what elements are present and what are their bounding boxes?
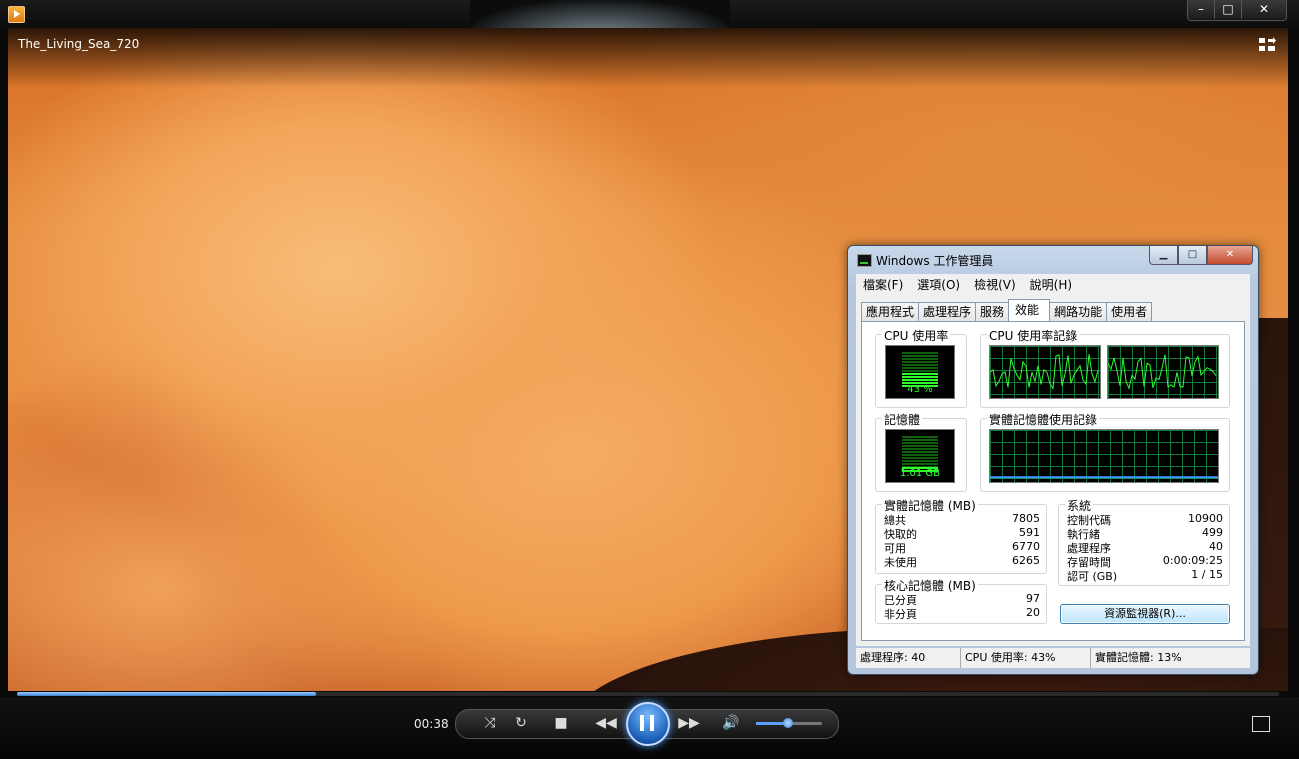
menu-bar: 檔案(F) 選項(O) 檢視(V) 說明(H) xyxy=(856,274,1250,294)
physical-memory-row: 快取的 591 xyxy=(884,526,1040,541)
seek-bar-progress xyxy=(17,692,317,696)
kernel-memory-row: 非分頁 20 xyxy=(884,606,1040,621)
memory-history-graph xyxy=(989,429,1219,483)
maximize-button[interactable]: □ xyxy=(1215,0,1242,19)
stat-value: 6265 xyxy=(1012,554,1040,567)
cpu-meter-bars xyxy=(902,352,938,388)
stat-label: 認可 (GB) xyxy=(1067,570,1118,583)
video-preview-strip xyxy=(470,0,730,30)
repeat-icon[interactable]: ↻ xyxy=(510,713,532,733)
player-titlebar[interactable]: – □ ✕ xyxy=(0,0,1299,30)
tab-networking[interactable]: 網路功能 xyxy=(1049,302,1108,321)
task-manager-title: Windows 工作管理員 xyxy=(876,254,994,268)
media-player-app-icon[interactable] xyxy=(8,6,25,23)
tab-applications[interactable]: 應用程式 xyxy=(861,302,920,321)
close-button[interactable]: ✕ xyxy=(1242,0,1286,19)
cpu-history-graph-core-1 xyxy=(989,345,1101,399)
task-manager-body: 應用程式 處理程序 服務 效能 網路功能 使用者 CPU 使用率 43 % CP… xyxy=(856,294,1250,646)
menu-help[interactable]: 說明(H) xyxy=(1023,274,1079,294)
tm-close-button[interactable]: ✕ xyxy=(1207,246,1253,265)
physical-memory-group: 實體記憶體 (MB) 總共 7805 快取的 591 可用 6770 未使用 6265 xyxy=(875,497,1047,574)
volume-slider-knob[interactable] xyxy=(782,718,793,728)
stop-icon[interactable]: ■ xyxy=(550,713,572,733)
system-row: 處理程序 40 xyxy=(1067,540,1223,555)
cpu-history-group: CPU 使用率記錄 xyxy=(980,327,1230,408)
elapsed-time: 00:38 xyxy=(414,717,449,731)
stat-label: 非分頁 xyxy=(884,608,917,621)
tab-users[interactable]: 使用者 xyxy=(1106,302,1153,321)
status-processes: 處理程序: 40 xyxy=(856,648,961,668)
system-row: 認可 (GB) 1 / 15 xyxy=(1067,568,1223,583)
tab-performance[interactable]: 效能 xyxy=(1008,299,1051,321)
stat-value: 6770 xyxy=(1012,540,1040,553)
physical-memory-row: 可用 6770 xyxy=(884,540,1040,555)
stat-value: 10900 xyxy=(1188,512,1223,525)
pause-icon-bar-left xyxy=(640,715,644,731)
memory-history-label: 實體記憶體使用記錄 xyxy=(987,411,1100,428)
cpu-usage-meter: 43 % xyxy=(885,345,955,399)
system-group: 系統 控制代碼 10900 執行緒 499 處理程序 40 存留時間 0:00:09:2… xyxy=(1058,497,1230,586)
cpu-history-line-2 xyxy=(1108,354,1217,390)
memory-meter-bars xyxy=(902,436,938,472)
memory-label: 記憶體 xyxy=(882,411,923,428)
cpu-usage-value: 43 % xyxy=(907,384,933,395)
status-memory: 實體記憶體: 13% xyxy=(1095,651,1182,664)
stat-value: 591 xyxy=(1019,526,1040,539)
pause-button[interactable] xyxy=(626,702,670,746)
task-manager-window: Windows 工作管理員 ▁ □ ✕ 檔案(F) 選項(O) 檢視(V) 說明… xyxy=(847,245,1259,675)
video-title: The_Living_Sea_720 xyxy=(18,37,140,51)
cpu-history-line-1 xyxy=(990,354,1099,390)
performance-panel: CPU 使用率 43 % CPU 使用率記錄 記憶體 1.01 GB 實體記憶體… xyxy=(861,321,1245,641)
kernel-memory-row: 已分頁 97 xyxy=(884,592,1040,607)
tm-minimize-button[interactable]: ▁ xyxy=(1149,246,1178,265)
memory-group: 記憶體 1.01 GB xyxy=(875,411,967,492)
tab-strip: 應用程式 處理程序 服務 效能 網路功能 使用者 xyxy=(861,299,1153,321)
cpu-history-label: CPU 使用率記錄 xyxy=(987,327,1080,344)
pause-icon-bar-right xyxy=(650,715,654,731)
menu-options[interactable]: 選項(O) xyxy=(910,274,967,294)
system-row: 存留時間 0:00:09:25 xyxy=(1067,554,1223,569)
menu-view[interactable]: 檢視(V) xyxy=(967,274,1023,294)
switch-to-library-icon[interactable] xyxy=(1258,37,1276,53)
rewind-icon[interactable]: ◀◀ xyxy=(593,713,619,733)
stat-value: 1 / 15 xyxy=(1191,568,1223,581)
system-row: 控制代碼 10900 xyxy=(1067,512,1223,527)
minimize-button[interactable]: – xyxy=(1188,0,1215,19)
tm-maximize-button[interactable]: □ xyxy=(1178,246,1207,265)
volume-icon[interactable]: 🔊 xyxy=(720,713,742,733)
shuffle-icon[interactable]: ⤨ xyxy=(479,713,501,733)
kernel-memory-group: 核心記憶體 (MB) 已分頁 97 非分頁 20 xyxy=(875,577,1047,624)
fast-forward-icon[interactable]: ▶▶ xyxy=(676,713,702,733)
menu-file[interactable]: 檔案(F) xyxy=(856,274,910,294)
cpu-usage-group: CPU 使用率 43 % xyxy=(875,327,967,408)
status-cpu: CPU 使用率: 43% xyxy=(961,648,1091,668)
stat-value: 97 xyxy=(1026,592,1040,605)
memory-history-group: 實體記憶體使用記錄 xyxy=(980,411,1230,492)
stat-value: 499 xyxy=(1202,526,1223,539)
status-bar: 處理程序: 40 CPU 使用率: 43% 實體記憶體: 13% xyxy=(856,648,1250,668)
system-row: 執行緒 499 xyxy=(1067,526,1223,541)
cpu-history-graph-core-2 xyxy=(1107,345,1219,399)
tab-services[interactable]: 服務 xyxy=(975,302,1010,321)
tab-processes[interactable]: 處理程序 xyxy=(918,302,977,321)
task-manager-icon[interactable] xyxy=(857,254,872,267)
cpu-usage-label: CPU 使用率 xyxy=(882,327,951,344)
fullscreen-icon[interactable] xyxy=(1252,716,1270,732)
volume-slider[interactable] xyxy=(756,718,822,728)
resource-monitor-button[interactable]: 資源監視器(R)... xyxy=(1060,604,1230,624)
stat-value: 20 xyxy=(1026,606,1040,619)
memory-value: 1.01 GB xyxy=(899,468,941,479)
physical-memory-row: 未使用 6265 xyxy=(884,554,1040,569)
player-window-buttons: – □ ✕ xyxy=(1187,0,1287,21)
seek-bar[interactable] xyxy=(17,692,1279,696)
stat-label: 未使用 xyxy=(884,556,917,569)
stat-value: 7805 xyxy=(1012,512,1040,525)
memory-meter: 1.01 GB xyxy=(885,429,955,483)
stat-value: 40 xyxy=(1209,540,1223,553)
task-manager-window-buttons: ▁ □ ✕ xyxy=(1149,246,1253,265)
stat-value: 0:00:09:25 xyxy=(1162,554,1223,567)
physical-memory-row: 總共 7805 xyxy=(884,512,1040,527)
